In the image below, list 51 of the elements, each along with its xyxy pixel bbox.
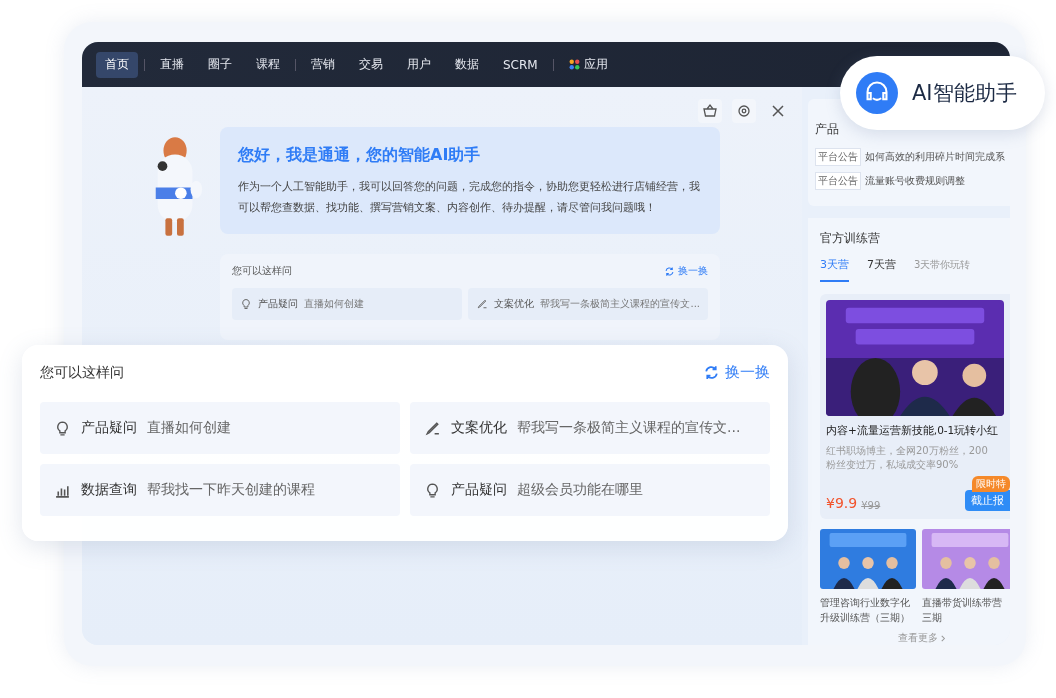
suggestion-item[interactable]: 产品疑问 直播如何创建 <box>232 288 463 320</box>
nav-tab[interactable]: 课程 <box>247 51 289 78</box>
promo-badge: 限时特 <box>972 476 1010 492</box>
nav-tab[interactable]: 圈子 <box>199 51 241 78</box>
course-title[interactable]: 管理咨询行业数字化升级训练营（三期） <box>820 595 916 625</box>
nav-tab[interactable]: 数据 <box>446 51 488 78</box>
suggestion-item[interactable]: 产品疑问 直播如何创建 <box>40 402 400 454</box>
camp-tab[interactable]: 7天营 <box>867 257 896 282</box>
bulb-icon <box>240 298 252 310</box>
nav-tab[interactable]: 首页 <box>96 51 138 78</box>
apps-icon <box>568 59 580 70</box>
section-title: 官方训练营 <box>820 230 881 247</box>
nav-tab[interactable]: SCRM <box>494 51 547 78</box>
suggestion-item[interactable]: 产品疑问 超级会员功能在哪里 <box>410 464 770 516</box>
pen-icon <box>424 419 441 437</box>
nav-tab[interactable]: 交易 <box>350 51 392 78</box>
refresh-button[interactable]: 换一换 <box>703 363 770 382</box>
suggestion-item[interactable]: 文案优化 帮我写一条极简主义课程的宣传文... <box>410 402 770 454</box>
nav-tab[interactable]: 用户 <box>398 51 440 78</box>
news-link[interactable]: 流量账号收费规则调整 <box>865 174 965 188</box>
bulb-icon <box>424 481 441 499</box>
assistant-badge[interactable]: AI智能助手 <box>840 56 1045 130</box>
original-price: ¥99 <box>861 500 881 511</box>
course-title: 内容+流量运营新技能,0-1玩转小红 <box>826 424 1000 438</box>
course-title[interactable]: 直播带货训练带营三期 <box>922 595 1003 625</box>
badge-label: AI智能助手 <box>912 80 1017 107</box>
popup-title: 您可以这样问 <box>40 363 124 382</box>
suggestion-title: 您可以这样问 <box>232 264 292 278</box>
section-title: 产品 <box>815 121 840 138</box>
suggestion-item[interactable]: 数据查询 帮我找一下昨天创建的课程 <box>40 464 400 516</box>
price: ¥9.9 <box>826 495 858 511</box>
notice-tag: 平台公告 <box>815 172 861 190</box>
headset-icon <box>856 72 898 114</box>
greeting-title: 您好，我是通通，您的智能AI助手 <box>238 145 482 166</box>
chevron-icon <box>940 634 947 642</box>
camp-tab[interactable]: 3天营 <box>820 257 849 282</box>
notice-tag: 平台公告 <box>815 148 861 166</box>
bulb-icon <box>54 419 71 437</box>
nav-tab[interactable]: 应用 <box>559 51 617 78</box>
refresh-icon <box>703 364 720 381</box>
course-card[interactable]: 内容+流量运营新技能,0-1玩转小红 红书职场博主，全网20万粉丝，200粉丝变过万，私域成交率90% ¥9.9 ¥99 限时特 截止报 <box>820 294 1010 519</box>
refresh-button[interactable]: 换一换 <box>664 264 708 278</box>
refresh-icon <box>664 265 675 277</box>
basket-icon[interactable] <box>698 99 722 123</box>
nav-tab[interactable]: 营销 <box>302 51 344 78</box>
course-description: 红书职场博主，全网20万粉丝，200粉丝变过万，私域成交率90% <box>826 444 989 472</box>
intro-text: 作为一个人工智能助手，我可以回答您的问题，完成您的指令，协助您更轻松进行店铺经营，我可以帮您查数据、找功能、撰写营销文案、内容创作、待办提醒，请尽管问我问题哦！ <box>238 179 701 216</box>
nav-tab[interactable]: 直播 <box>151 51 193 78</box>
pen-icon <box>476 298 489 310</box>
news-link[interactable]: 如何高效的利用碎片时间完成系 <box>865 150 1005 164</box>
suggestion-item[interactable]: 文案优化 帮我写一条极简主义课程的宣传文... <box>468 288 708 320</box>
